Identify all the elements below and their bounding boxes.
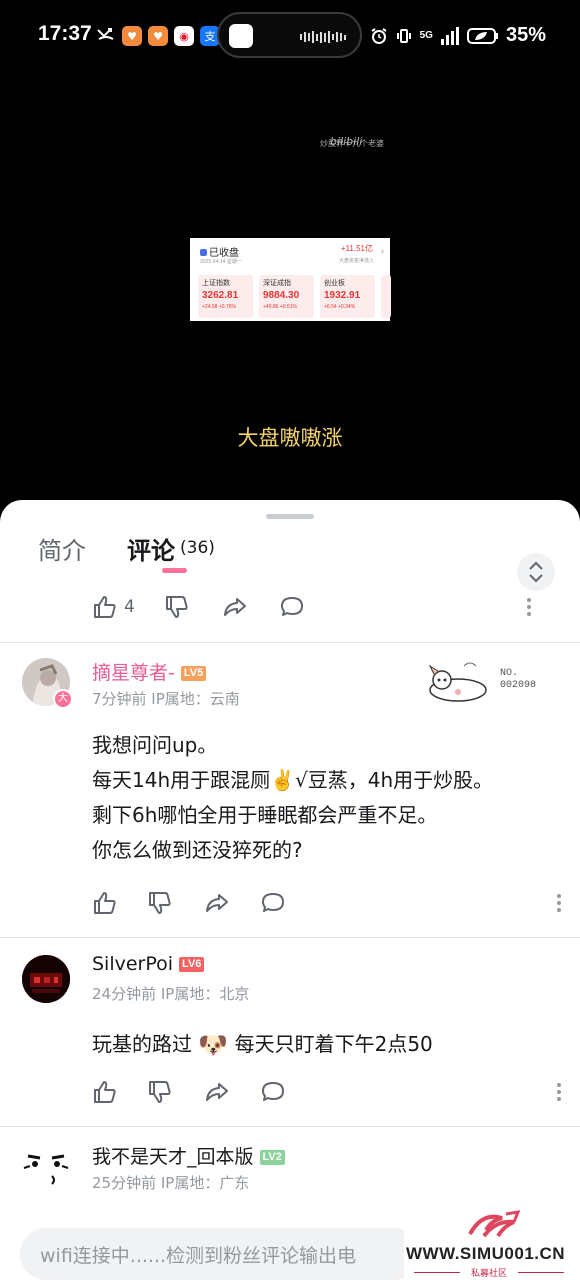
battery-percent: 35%: [505, 24, 546, 46]
battery-icon: [466, 27, 498, 44]
decoration-no-label: NO.: [500, 668, 519, 679]
decoration-card-icon: [424, 658, 494, 706]
comment-meta: 25分钟前 IP属地：广东: [92, 1174, 250, 1192]
index-cell: 深证成指 9884.30 +49.86 +0.51%: [259, 275, 314, 318]
comment-icon: [281, 597, 303, 616]
tab-bar: 简介 评论 (36): [0, 528, 580, 591]
thumbs-down-icon: [166, 596, 188, 618]
tab-intro[interactable]: 简介: [38, 531, 86, 566]
comment-count: (36): [180, 538, 215, 558]
doge-emoji-icon: 🐶: [198, 1031, 229, 1059]
reply-button[interactable]: [260, 890, 286, 916]
comment-item: 大 摘星尊者- LV5 7分钟前 IP属地：云南 NO. 002098 我想问问u…: [0, 642, 580, 938]
status-right: 5G 35%: [370, 24, 546, 47]
comment-username[interactable]: 摘星尊者- LV5: [92, 658, 207, 685]
net-flow: +11.51亿: [340, 244, 373, 253]
network-label: 5G: [419, 30, 433, 41]
more-options-icon[interactable]: [556, 894, 562, 914]
alarm-icon: [371, 27, 387, 44]
comment-text: 我想问问up。 每天14h用于跟混厕✌️√豆蒸，4h用于炒股。 剩下6h哪怕全用…: [92, 733, 494, 862]
index-cell: 上证指数 3262.81 +24.58 +0.76%: [198, 275, 253, 318]
chevron-right-icon: ›: [381, 246, 384, 256]
tab-comments[interactable]: 评论: [127, 531, 175, 566]
comment-sheet: 简介 评论 (36) 4 大 摘星尊者- LV5 7分钟前 IP属地：云南 NO…: [0, 500, 580, 1288]
dislike-button[interactable]: [164, 594, 190, 620]
share-button[interactable]: [222, 594, 248, 620]
index-cell-partial: [381, 275, 391, 318]
net-flow-label: 大盘资金净流入: [338, 258, 374, 264]
expand-collapse-button[interactable]: [517, 553, 555, 591]
like-button[interactable]: [92, 1079, 118, 1105]
notification-icons: ♥ ♥ ◉ 支: [96, 24, 220, 48]
signal-icon: [440, 26, 459, 45]
comment-username[interactable]: SilverPoi LV6: [92, 953, 205, 975]
comment-actions: 4: [90, 594, 560, 626]
decoration-number: 002098: [500, 680, 537, 691]
comment-actions: [92, 1079, 562, 1111]
bilibili-logo: bilibili: [330, 135, 363, 148]
comment-input-text: wifi连接中......检测到粉丝评论输出电: [40, 1245, 357, 1267]
comment-meta: 24分钟前 IP属地：北京: [92, 985, 250, 1003]
level-badge: LV2: [259, 1150, 285, 1165]
big-member-badge: 大: [53, 689, 73, 709]
avatar[interactable]: [22, 1142, 70, 1190]
drag-handle[interactable]: [266, 514, 314, 519]
comment-icon: [262, 1082, 284, 1101]
thumbs-down-icon: [149, 892, 171, 914]
market-date: 2025-04-14 星期一: [200, 259, 242, 265]
orange-app-icon: ♥: [122, 26, 142, 46]
share-icon: [224, 598, 246, 616]
weibo-icon: ◉: [174, 26, 194, 46]
site-divider-right: [518, 1272, 564, 1273]
thumbs-up-icon: [94, 892, 116, 914]
tab-active-indicator: [162, 568, 187, 573]
share-button[interactable]: [204, 1079, 230, 1105]
site-logo-icon: [468, 1210, 521, 1238]
like-button[interactable]: [92, 890, 118, 916]
market-status: 已收盘: [200, 244, 239, 259]
status-bar: 17:37 ♥ ♥ ◉ 支 5G 35%: [0, 0, 580, 70]
vibrate-icon: [396, 28, 411, 43]
thumbs-down-icon: [149, 1081, 171, 1103]
comment-input[interactable]: wifi连接中......检测到粉丝评论输出电: [20, 1228, 420, 1280]
level-badge: LV5: [180, 666, 207, 681]
site-url: WWW.SIMU001.CN: [406, 1244, 566, 1263]
index-cell: 创业板 1932.91 +6.54 +0.34%: [320, 275, 375, 318]
chevron-updown-icon: [529, 561, 543, 583]
comment-text: 玩基的路过 🐶 每天只盯着下午2点50: [92, 1031, 433, 1059]
dynamic-island-media[interactable]: [217, 12, 362, 58]
market-icon: [200, 249, 207, 256]
share-icon: [206, 894, 228, 912]
like-count: 4: [124, 597, 135, 617]
comment-icon: [262, 893, 284, 912]
video-subtitle: 大盘嗷嗷涨: [237, 426, 343, 450]
media-thumbnail: [229, 24, 253, 48]
reply-button[interactable]: [279, 594, 305, 620]
missed-call-icon: [96, 24, 116, 48]
comment-item: SilverPoi LV6 24分钟前 IP属地：北京 玩基的路过 🐶 每天只盯着…: [0, 937, 580, 1127]
site-watermark: WWW.SIMU001.CN 私募社区: [404, 1206, 580, 1288]
share-icon: [206, 1083, 228, 1101]
avatar[interactable]: [22, 955, 70, 1003]
reply-button[interactable]: [260, 1079, 286, 1105]
orange-app-icon-2: ♥: [148, 26, 168, 46]
market-card: 已收盘 +11.51亿 › 2025-04-14 星期一 大盘资金净流入 上证指…: [190, 238, 391, 321]
thumbs-up-icon: [94, 1081, 116, 1103]
comment-username[interactable]: 我不是天才_回本版 LV2: [92, 1142, 285, 1169]
more-options-icon[interactable]: [556, 1083, 562, 1103]
like-button[interactable]: [92, 594, 118, 620]
video-player[interactable]: 炒股界十九个老婆 bilibili 已收盘 +11.51亿 › 2025-04-…: [0, 70, 580, 500]
status-time: 17:37: [38, 22, 92, 45]
level-badge: LV6: [179, 957, 205, 972]
index-cells: 上证指数 3262.81 +24.58 +0.76% 深证成指 9884.30 …: [198, 275, 391, 318]
comment-meta: 7分钟前 IP属地：云南: [92, 690, 240, 708]
share-button[interactable]: [204, 890, 230, 916]
thumbs-up-icon: [94, 596, 116, 618]
comment-actions: [92, 890, 562, 922]
audio-wave-icon: [300, 31, 346, 43]
more-options-icon[interactable]: [526, 598, 532, 618]
dislike-button[interactable]: [147, 890, 173, 916]
dislike-button[interactable]: [147, 1079, 173, 1105]
